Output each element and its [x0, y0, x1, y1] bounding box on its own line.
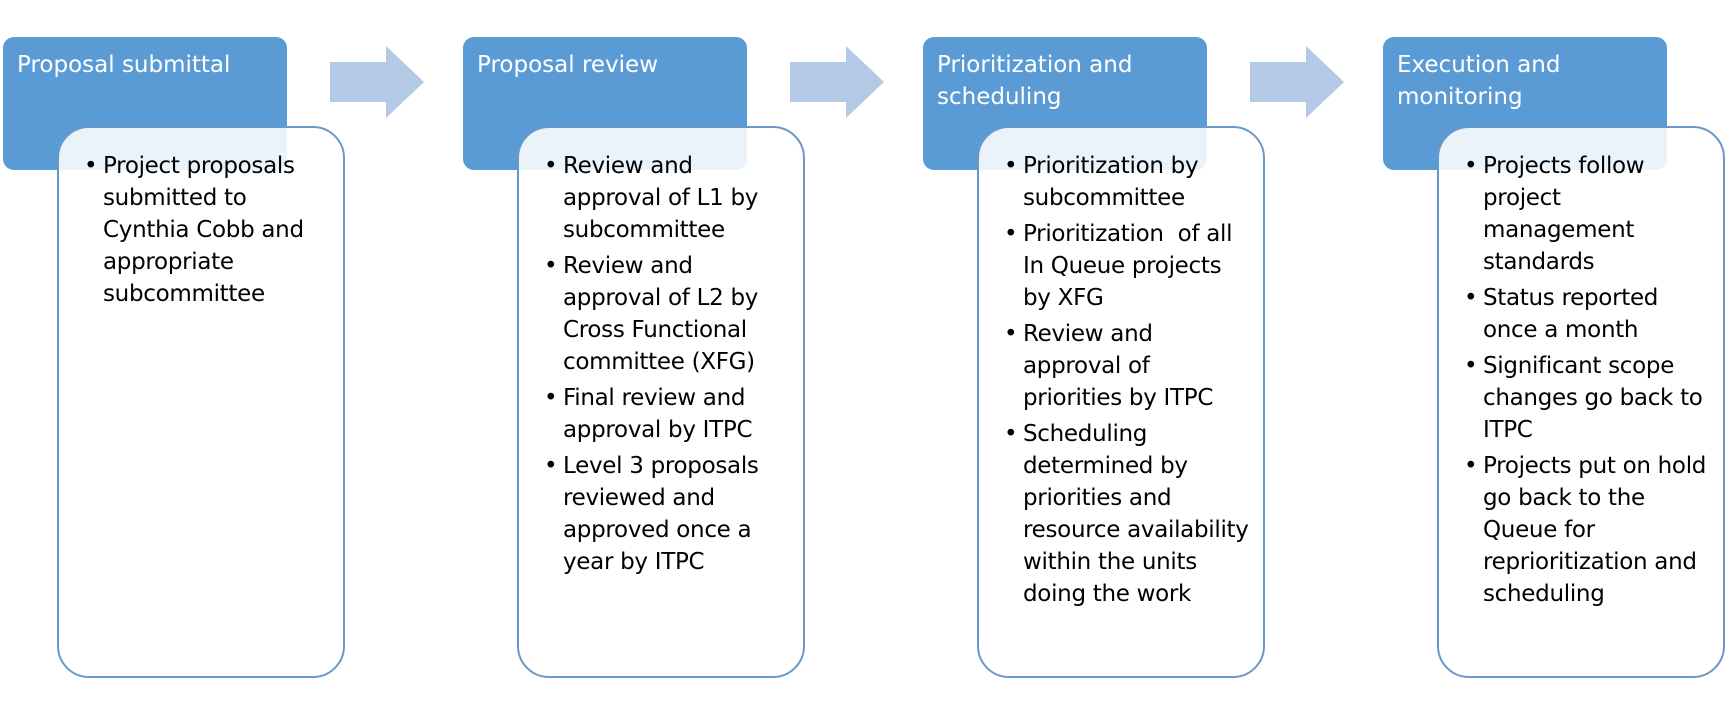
- list-item: • Prioritization by subcommittee: [1004, 150, 1255, 214]
- bullet-icon: •: [544, 253, 558, 279]
- arrow-right-icon: [790, 46, 884, 118]
- list-item: • Scheduling determined by priorities and…: [1004, 418, 1255, 610]
- list-item: • Level 3 proposals reviewed and approved…: [544, 450, 795, 578]
- stage-item-list: • Review and approval of L1 by subcommitt…: [519, 128, 803, 578]
- list-item: • Significant scope changes go back to IT…: [1464, 350, 1715, 446]
- bullet-icon: •: [1464, 353, 1478, 379]
- bullet-icon: •: [1004, 221, 1018, 247]
- bullet-icon: •: [544, 385, 558, 411]
- stage-title: Proposal review: [477, 52, 659, 78]
- bullet-icon: •: [84, 153, 98, 179]
- bullet-icon: •: [1464, 453, 1478, 479]
- list-item: • Projects follow project management stan…: [1464, 150, 1715, 278]
- list-item: • Status reported once a month: [1464, 282, 1715, 346]
- arrow-right-icon: [330, 46, 424, 118]
- list-item: • Review and approval of L2 by Cross Func…: [544, 250, 795, 378]
- bullet-icon: •: [1464, 285, 1478, 311]
- list-item: • Projects put on hold go back to the Que…: [1464, 450, 1715, 610]
- bullet-icon: •: [1004, 321, 1018, 347]
- bullet-icon: •: [544, 153, 558, 179]
- stage-detail-box: • Projects follow project management stan…: [1437, 126, 1725, 678]
- stage-item-list: • Projects follow project management stan…: [1439, 128, 1723, 610]
- stage-detail-box: • Prioritization by subcommittee • Priorit…: [977, 126, 1265, 678]
- bullet-icon: •: [1004, 153, 1018, 179]
- list-item: • Review and approval of L1 by subcommitt…: [544, 150, 795, 246]
- list-item: • Prioritization of all In Queue projects…: [1004, 218, 1255, 314]
- bullet-icon: •: [1464, 153, 1478, 179]
- stage-title: Proposal submittal: [17, 52, 231, 78]
- stage-item-list: • Prioritization by subcommittee • Priorit…: [979, 128, 1263, 610]
- stage-item-list: • Project proposals submitted to Cynthia …: [59, 128, 343, 310]
- stage-title: Prioritization and scheduling: [937, 52, 1133, 110]
- stage-execution-monitoring: Execution and monitoring • Projects follo…: [1380, 0, 1727, 714]
- list-item: • Review and approval of priorities by IT…: [1004, 318, 1255, 414]
- stage-title: Execution and monitoring: [1397, 52, 1561, 110]
- stage-detail-box: • Review and approval of L1 by subcommitt…: [517, 126, 805, 678]
- stage-detail-box: • Project proposals submitted to Cynthia …: [57, 126, 345, 678]
- arrow-right-icon: [1250, 46, 1344, 118]
- bullet-icon: •: [544, 453, 558, 479]
- list-item: • Final review and approval by ITPC: [544, 382, 795, 446]
- bullet-icon: •: [1004, 421, 1018, 447]
- list-item: • Project proposals submitted to Cynthia …: [84, 150, 335, 310]
